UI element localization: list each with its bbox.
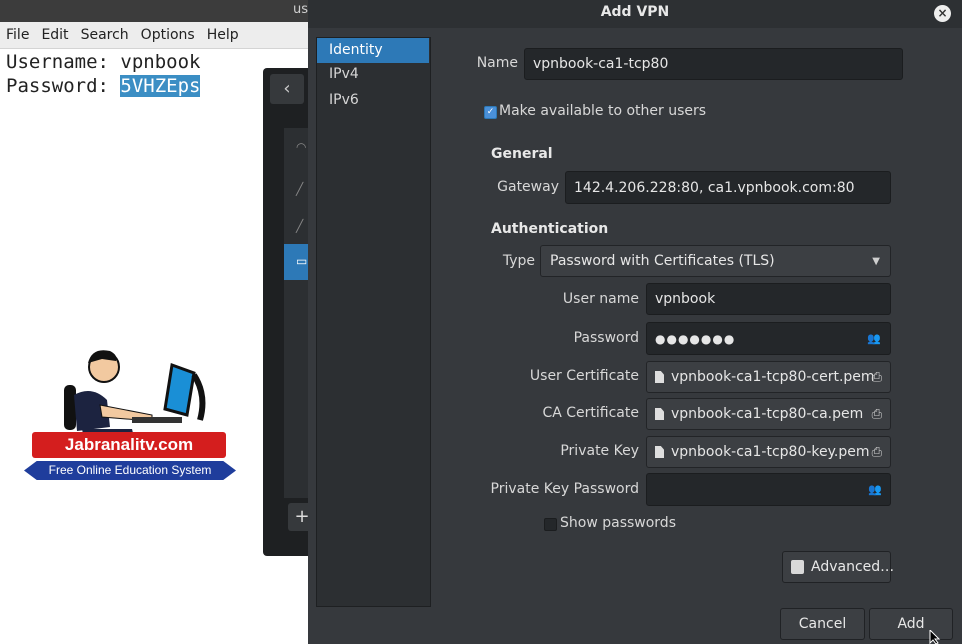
selected-password-text: 5VHZEps <box>120 75 201 97</box>
user-certificate-label: User Certificate <box>529 368 639 384</box>
advanced-label: Advanced… <box>811 559 895 575</box>
password-input[interactable]: ●●●●●●● 👥 <box>646 322 891 355</box>
file-icon <box>655 446 664 458</box>
close-icon[interactable]: × <box>934 5 951 22</box>
menu-edit[interactable]: Edit <box>35 27 74 43</box>
private-key-value: vpnbook-ca1-tcp80-key.pem <box>671 444 870 460</box>
mouse-cursor-icon <box>929 630 941 644</box>
show-passwords-checkbox[interactable] <box>544 518 557 531</box>
wrench-icon[interactable]: ╱ <box>296 219 303 233</box>
tab-ipv4[interactable]: IPv4 <box>317 62 429 87</box>
tab-identity[interactable]: Identity <box>317 38 429 63</box>
cancel-button[interactable]: Cancel <box>780 608 865 640</box>
open-file-icon[interactable]: ⎙ <box>872 407 882 422</box>
name-label: Name <box>476 55 518 71</box>
file-icon <box>655 371 664 383</box>
wrench-icon[interactable]: ╱ <box>296 182 303 196</box>
menu-search[interactable]: Search <box>75 27 135 43</box>
editor-title: us <box>292 2 308 17</box>
chair-shape <box>64 385 76 430</box>
editor-menubar: File Edit Search Options Help <box>0 22 308 49</box>
username-line-label: Username: <box>6 51 121 73</box>
username-input[interactable]: vpnbook <box>646 283 891 315</box>
menu-options[interactable]: Options <box>135 27 201 43</box>
password-dots: ●●●●●●● <box>655 331 736 346</box>
private-key-label: Private Key <box>560 443 639 459</box>
tab-ipv6[interactable]: IPv6 <box>317 88 429 113</box>
gateway-input[interactable]: 142.4.206.228:80, ca1.vpnbook.com:80 <box>565 171 891 204</box>
ca-certificate-button[interactable]: vpnbook-ca1-tcp80-ca.pem ⎙ <box>646 398 891 430</box>
password-label: Password <box>573 330 639 346</box>
gateway-label: Gateway <box>497 179 559 195</box>
ca-certificate-label: CA Certificate <box>542 405 639 421</box>
authentication-heading: Authentication <box>491 221 609 237</box>
private-key-password-input[interactable]: 👥 <box>646 473 891 506</box>
file-icon <box>655 408 664 420</box>
username-line-value: vpnbook <box>120 51 201 73</box>
wifi-icon[interactable]: ◠ <box>296 140 306 154</box>
username-label: User name <box>562 291 639 307</box>
logo-tagline: Free Online Education System <box>24 461 236 480</box>
open-file-icon[interactable]: ⎙ <box>872 370 882 385</box>
desk-shape <box>132 417 182 423</box>
general-heading: General <box>491 146 553 162</box>
password-storage-icon[interactable]: 👥 <box>867 332 882 345</box>
editor-titlebar: us <box>0 0 308 22</box>
monitor-stand <box>191 373 206 421</box>
share-checkbox[interactable]: ✓ <box>484 106 497 119</box>
ethernet-icon: ▭ <box>296 254 308 268</box>
user-certificate-value: vpnbook-ca1-tcp80-cert.pem <box>671 369 875 385</box>
editor-text-area[interactable]: Username: vpnbook Password: 5VHZEps <box>6 50 201 98</box>
type-select[interactable]: Password with Certificates (TLS) ▼ <box>540 245 891 277</box>
dialog-title: Add VPN <box>600 4 670 20</box>
settings-icon <box>791 560 804 574</box>
private-key-password-label: Private Key Password <box>490 481 639 497</box>
password-storage-icon[interactable]: 👥 <box>868 483 882 496</box>
password-line-label: Password: <box>6 75 121 97</box>
type-select-value: Password with Certificates (TLS) <box>550 253 775 269</box>
dialog-sidebar <box>316 37 431 607</box>
type-label: Type <box>502 253 535 269</box>
menu-help[interactable]: Help <box>201 27 245 43</box>
private-key-button[interactable]: vpnbook-ca1-tcp80-key.pem ⎙ <box>646 436 891 468</box>
logo-brand-text: Jabranalitv.com <box>32 432 226 458</box>
advanced-button[interactable]: Advanced… <box>782 551 895 583</box>
open-file-icon[interactable]: ⎙ <box>872 445 882 460</box>
back-button[interactable]: ‹ <box>270 74 304 104</box>
menu-file[interactable]: File <box>0 27 35 43</box>
ca-certificate-value: vpnbook-ca1-tcp80-ca.pem <box>671 406 864 422</box>
monitor-shape <box>163 362 196 417</box>
show-passwords-label[interactable]: Show passwords <box>560 515 676 531</box>
share-label[interactable]: Make available to other users <box>499 103 706 119</box>
chevron-down-icon: ▼ <box>872 255 880 267</box>
user-certificate-button[interactable]: vpnbook-ca1-tcp80-cert.pem ⎙ <box>646 361 891 393</box>
name-input[interactable]: vpnbook-ca1-tcp80 <box>524 48 903 80</box>
